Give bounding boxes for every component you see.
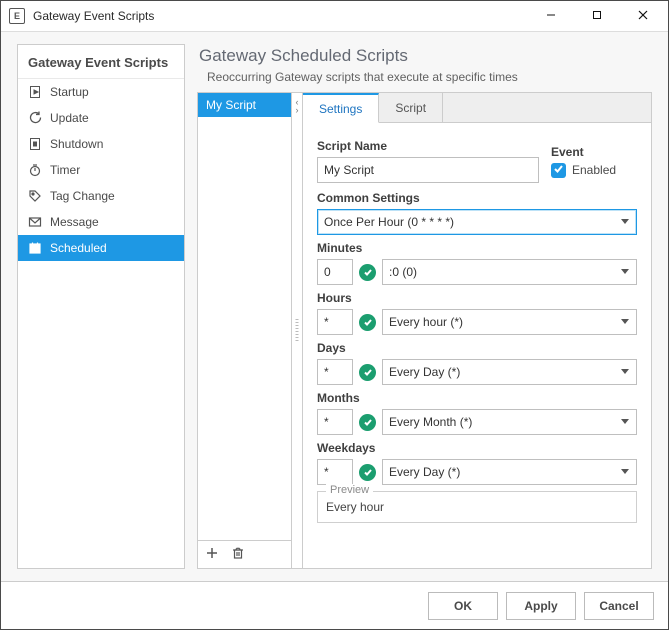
common-settings-value: Once Per Hour (0 * * * *) <box>324 215 454 229</box>
minutes-label: Minutes <box>317 241 637 255</box>
app-icon: E <box>9 8 25 24</box>
sidebar-item-label: Tag Change <box>50 189 115 203</box>
close-icon <box>638 9 648 23</box>
minutes-select[interactable]: :0 (0) <box>382 259 637 285</box>
apply-button[interactable]: Apply <box>506 592 576 620</box>
stopwatch-icon <box>28 163 42 177</box>
sidebar-item-tag-change[interactable]: Tag Change <box>18 183 184 209</box>
script-list-item-label: My Script <box>206 98 256 112</box>
tab-script[interactable]: Script <box>379 93 443 122</box>
refresh-icon <box>28 111 42 125</box>
sidebar-item-message[interactable]: Message <box>18 209 184 235</box>
months-input[interactable]: * <box>317 409 353 435</box>
weekdays-select[interactable]: Every Day (*) <box>382 459 637 485</box>
check-icon <box>553 163 564 177</box>
chevron-down-icon <box>620 465 630 479</box>
chevron-down-icon <box>620 265 630 279</box>
script-list-item[interactable]: My Script <box>198 93 291 117</box>
weekdays-label: Weekdays <box>317 441 637 455</box>
event-label: Event <box>551 145 637 159</box>
splitter-handle[interactable]: ‹ › <box>292 93 303 568</box>
hours-label: Hours <box>317 291 637 305</box>
days-label: Days <box>317 341 637 355</box>
enabled-checkbox[interactable] <box>551 163 566 178</box>
tab-settings[interactable]: Settings <box>303 93 379 123</box>
delete-script-button[interactable] <box>230 547 246 563</box>
sidebar-title: Gateway Event Scripts <box>18 45 184 79</box>
common-settings-label: Common Settings <box>317 191 637 205</box>
dialog-footer: OK Apply Cancel <box>1 581 668 629</box>
enabled-label: Enabled <box>572 163 616 177</box>
add-script-button[interactable] <box>204 547 220 563</box>
chevron-down-icon <box>620 215 630 229</box>
hours-input[interactable]: * <box>317 309 353 335</box>
days-input[interactable]: * <box>317 359 353 385</box>
cancel-button[interactable]: Cancel <box>584 592 654 620</box>
months-select[interactable]: Every Month (*) <box>382 409 637 435</box>
chevron-down-icon <box>620 365 630 379</box>
ok-button[interactable]: OK <box>428 592 498 620</box>
preview-text: Every hour <box>326 500 628 514</box>
sidebar-item-scheduled[interactable]: Scheduled <box>18 235 184 261</box>
valid-icon <box>359 314 376 331</box>
sidebar-item-label: Update <box>50 111 89 125</box>
maximize-icon <box>592 9 602 23</box>
page-subtitle: Reoccurring Gateway scripts that execute… <box>207 70 652 84</box>
window-title: Gateway Event Scripts <box>33 9 154 23</box>
grip-dots-icon <box>296 319 299 343</box>
script-name-input[interactable]: My Script <box>317 157 539 183</box>
sidebar-item-label: Scheduled <box>50 241 107 255</box>
sidebar-item-label: Shutdown <box>50 137 103 151</box>
tag-icon <box>28 189 42 203</box>
minimize-icon <box>546 9 556 23</box>
sidebar-item-update[interactable]: Update <box>18 105 184 131</box>
chevron-down-icon <box>620 415 630 429</box>
valid-icon <box>359 364 376 381</box>
envelope-icon <box>28 215 42 229</box>
preview-box: Preview Every hour <box>317 491 637 523</box>
tab-label: Script <box>395 101 426 115</box>
months-label: Months <box>317 391 637 405</box>
window-titlebar: E Gateway Event Scripts <box>1 1 668 32</box>
valid-icon <box>359 464 376 481</box>
sidebar-item-label: Startup <box>50 85 89 99</box>
sidebar: Gateway Event Scripts Startup Update Shu… <box>17 44 185 569</box>
play-doc-icon <box>28 85 42 99</box>
calendar-icon <box>28 241 42 255</box>
tab-label: Settings <box>319 102 362 116</box>
page-title: Gateway Scheduled Scripts <box>199 46 652 66</box>
plus-icon <box>205 546 219 563</box>
trash-icon <box>231 546 245 563</box>
window-close-button[interactable] <box>620 1 666 31</box>
script-name-label: Script Name <box>317 139 539 153</box>
window-maximize-button[interactable] <box>574 1 620 31</box>
minutes-input[interactable]: 0 <box>317 259 353 285</box>
chevron-down-icon <box>620 315 630 329</box>
hours-select[interactable]: Every hour (*) <box>382 309 637 335</box>
valid-icon <box>359 264 376 281</box>
valid-icon <box>359 414 376 431</box>
stop-doc-icon <box>28 137 42 151</box>
tab-bar: Settings Script <box>303 93 651 123</box>
weekdays-input[interactable]: * <box>317 459 353 485</box>
preview-legend: Preview <box>326 484 373 496</box>
common-settings-select[interactable]: Once Per Hour (0 * * * *) <box>317 209 637 235</box>
sidebar-item-startup[interactable]: Startup <box>18 79 184 105</box>
sidebar-item-timer[interactable]: Timer <box>18 157 184 183</box>
chevron-right-icon: › <box>296 105 299 115</box>
script-list: My Script <box>198 93 292 568</box>
sidebar-item-label: Timer <box>50 163 80 177</box>
script-name-value: My Script <box>324 163 374 177</box>
sidebar-item-shutdown[interactable]: Shutdown <box>18 131 184 157</box>
sidebar-item-label: Message <box>50 215 99 229</box>
days-select[interactable]: Every Day (*) <box>382 359 637 385</box>
window-minimize-button[interactable] <box>528 1 574 31</box>
